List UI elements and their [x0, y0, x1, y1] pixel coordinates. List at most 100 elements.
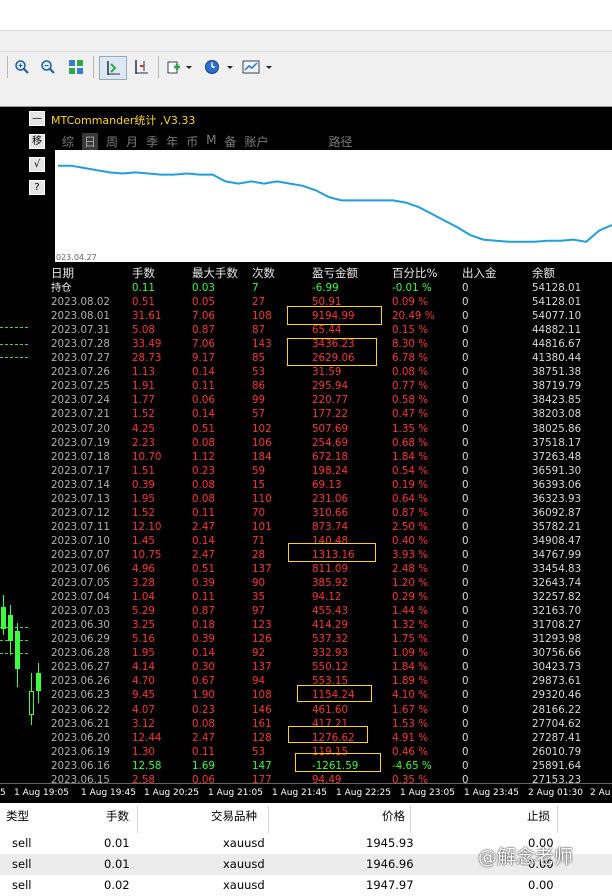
cell-deposit: 0 [462, 633, 469, 646]
table-row: 2023.06.29 5.16 0.39 126 537.32 1.75 % 0 31293.… [46, 632, 612, 646]
confirm-button[interactable]: √ [29, 157, 45, 172]
cell-max-lots: 0.05 [192, 296, 215, 309]
table-row: 2023.07.14 0.39 0.08 15 69.13 0.19 % 0 36393.06 [46, 478, 612, 492]
price-level-line [0, 344, 28, 346]
cell-balance: 38719.79 [532, 380, 582, 393]
orders-header-stoploss[interactable]: 止损 [527, 808, 550, 824]
auto-scroll-icon[interactable] [130, 56, 152, 78]
cell-percent: 1.44 % [392, 605, 428, 618]
orders-header-symbol[interactable]: 交易品种 [211, 808, 257, 824]
price-chart[interactable] [0, 107, 46, 783]
cell-deposit: 0 [462, 548, 469, 561]
zoom-in-icon[interactable] [11, 56, 33, 78]
cell-lots: 4.07 [132, 703, 155, 716]
help-button[interactable]: ? [29, 180, 45, 195]
cell-lots: 10.70 [132, 450, 162, 463]
cell-deposit: 0 [462, 408, 469, 421]
table-header-lots: 手数 [132, 266, 155, 280]
cell-max-lots: 0.11 [192, 506, 215, 519]
watermark: @解念老师 [478, 846, 574, 868]
table-row: 2023.06.28 1.95 0.14 92 332.93 1.09 % 0 30756.6… [46, 646, 612, 660]
table-row: 2023.07.05 3.28 0.39 90 385.92 1.20 % 0 32643.7… [46, 576, 612, 590]
cell-balance: 29320.46 [532, 689, 582, 702]
cell-percent: 0.47 % [392, 408, 428, 421]
tile-windows-icon[interactable] [65, 56, 87, 78]
cell-balance: 37518.17 [532, 436, 582, 449]
cell-count: 15 [252, 478, 266, 491]
cell-percent: 2.48 % [392, 563, 428, 575]
cell-percent: 6.78 % [392, 352, 428, 365]
cell-count: 110 [252, 492, 272, 505]
cell-balance: 36092.87 [532, 506, 582, 519]
cell-pnl: -6.99 [312, 282, 339, 294]
tab-account[interactable]: 账户 [244, 133, 268, 150]
cell-deposit: 0 [462, 282, 469, 294]
cell-lots: 12.44 [132, 731, 162, 744]
tab-currency[interactable]: 币 [186, 133, 198, 150]
minimize-panel-button[interactable]: — [29, 111, 45, 126]
cell-deposit: 0 [462, 731, 469, 744]
tab-daily[interactable]: 日 [82, 133, 99, 150]
cell-percent: 0.87 % [392, 506, 428, 519]
cell-lots: 4.96 [132, 563, 155, 575]
table-row: 2023.07.11 12.10 2.47 101 873.74 2.50 % 0 35782… [46, 520, 612, 534]
cell-count: 137 [252, 563, 272, 575]
equity-graph [55, 150, 612, 262]
templates-icon[interactable] [240, 56, 274, 78]
cell-pnl: 220.77 [312, 394, 349, 407]
tab-yearly[interactable]: 年 [166, 133, 178, 150]
cell-pnl: 537.32 [312, 633, 349, 646]
tab-notes[interactable]: 备 [224, 133, 236, 150]
indicators-icon[interactable] [164, 56, 194, 78]
cell-count: 147 [252, 759, 272, 772]
periods-clock-icon[interactable] [201, 56, 235, 78]
orders-header-price[interactable]: 价格 [382, 808, 405, 824]
cell-date: 2023.06.30 [51, 619, 110, 632]
cell-date: 2023.08.01 [51, 310, 110, 323]
toolbar-separator [93, 56, 94, 78]
cell-percent: 1.53 % [392, 717, 428, 730]
cell-balance: 54077.10 [532, 310, 582, 323]
equity-curve [58, 164, 612, 243]
chart-shift-icon[interactable] [99, 56, 127, 80]
tab-weekly[interactable]: 周 [106, 133, 118, 150]
cell-date: 2023.07.20 [51, 422, 110, 435]
order-price: 1945.93 [366, 836, 414, 850]
order-symbol: xauusd [223, 878, 265, 892]
zoom-out-icon[interactable] [37, 56, 59, 78]
table-header-pct: 百分比% [392, 266, 438, 280]
orders-header-lots[interactable]: 手数 [106, 808, 129, 824]
cell-pnl: 455.43 [312, 605, 349, 618]
cell-percent: 0.54 % [392, 464, 428, 477]
cell-percent: 20.49 % [392, 310, 435, 323]
orders-header-type[interactable]: 类型 [6, 808, 29, 824]
cell-balance: 35782.21 [532, 520, 582, 533]
cell-date: 2023.07.03 [51, 605, 110, 618]
candle [36, 673, 41, 691]
cell-deposit: 0 [462, 661, 469, 674]
tab-quarterly[interactable]: 季 [146, 133, 158, 150]
cell-date: 持仓 [51, 282, 72, 294]
cell-deposit: 0 [462, 324, 469, 337]
cell-lots: 1.95 [132, 492, 155, 505]
order-symbol: xauusd [223, 836, 265, 850]
cell-date: 2023.06.29 [51, 633, 110, 646]
tab-overview[interactable]: 综 [62, 133, 74, 150]
tab-monthly[interactable]: 月 [126, 133, 138, 150]
cell-deposit: 0 [462, 464, 469, 477]
tab-path[interactable]: 路径 [329, 133, 353, 150]
cell-lots: 3.25 [132, 619, 155, 632]
cell-balance: 38751.38 [532, 366, 582, 379]
table-row: 2023.07.17 1.51 0.23 59 198.24 0.54 % 0 36591.3… [46, 464, 612, 478]
menu-strip [0, 31, 612, 51]
cell-percent: 1.89 % [392, 675, 428, 688]
cell-max-lots: 0.18 [192, 619, 215, 632]
cell-max-lots: 0.30 [192, 661, 215, 674]
highlight-box [288, 726, 368, 743]
cell-deposit: 0 [462, 450, 469, 463]
tab-magic[interactable]: M [206, 133, 216, 150]
move-panel-button[interactable]: 移 [29, 134, 45, 149]
cell-max-lots: 2.47 [192, 731, 215, 744]
time-axis: 5 1 Aug 19:05 1 Aug 19:45 1 Aug 20:25 1 Aug… [0, 783, 612, 804]
cell-max-lots: 0.51 [192, 422, 215, 435]
